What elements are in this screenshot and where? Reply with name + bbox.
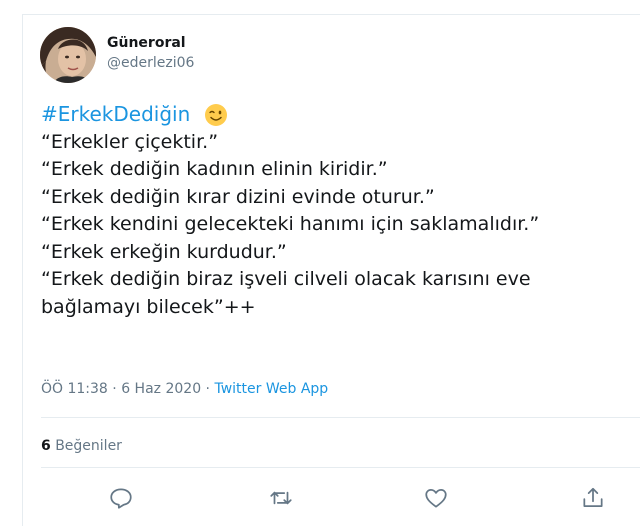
tweet-line: “Erkekler çiçektir.” xyxy=(41,130,219,153)
avatar[interactable] xyxy=(40,27,96,83)
divider xyxy=(41,417,640,418)
likes-stat[interactable]: 6 Beğeniler xyxy=(41,438,122,454)
tweet-line: “Erkek erkeğin kurdudur.” xyxy=(41,240,287,263)
retweet-icon[interactable] xyxy=(268,485,294,511)
tweet-meta: ÖÖ 11:38 · 6 Haz 2020 · Twitter Web App xyxy=(41,381,328,397)
meta-separator: · xyxy=(107,381,122,397)
display-name[interactable]: Güneroral xyxy=(107,35,186,51)
tweet-line: “Erkek dediğin kırar dizini evinde oturu… xyxy=(41,185,435,208)
like-icon[interactable] xyxy=(423,485,449,511)
tweet-card: Güneroral @ederlezi06 #ErkekDediğin “Erk… xyxy=(22,14,640,526)
tweet-date[interactable]: 6 Haz 2020 xyxy=(121,381,201,397)
winking-face-icon xyxy=(204,103,228,127)
tweet-text: #ErkekDediğin “Erkekler çiçektir.” “Erke… xyxy=(41,101,640,321)
source-app-link[interactable]: Twitter Web App xyxy=(214,381,328,397)
user-handle[interactable]: @ederlezi06 xyxy=(107,55,194,71)
hashtag-link[interactable]: #ErkekDediğin xyxy=(41,101,190,129)
tweet-time[interactable]: ÖÖ 11:38 xyxy=(41,381,108,397)
share-icon[interactable] xyxy=(580,485,606,511)
tweet-actions xyxy=(23,485,640,515)
tweet-line: “Erkek dediğin kadının elinin kiridir.” xyxy=(41,158,388,180)
reply-icon[interactable] xyxy=(108,485,134,511)
likes-label: Beğeniler xyxy=(55,438,122,454)
divider xyxy=(41,467,640,468)
likes-count: 6 xyxy=(41,438,51,454)
tweet-line: bağlamayı bilecek”++ xyxy=(41,295,256,318)
tweet-line: “Erkek kendini gelecekteki hanımı için s… xyxy=(41,213,540,235)
tweet-line: “Erkek dediğin biraz işveli cilveli olac… xyxy=(41,268,531,290)
meta-separator: · xyxy=(201,381,215,397)
